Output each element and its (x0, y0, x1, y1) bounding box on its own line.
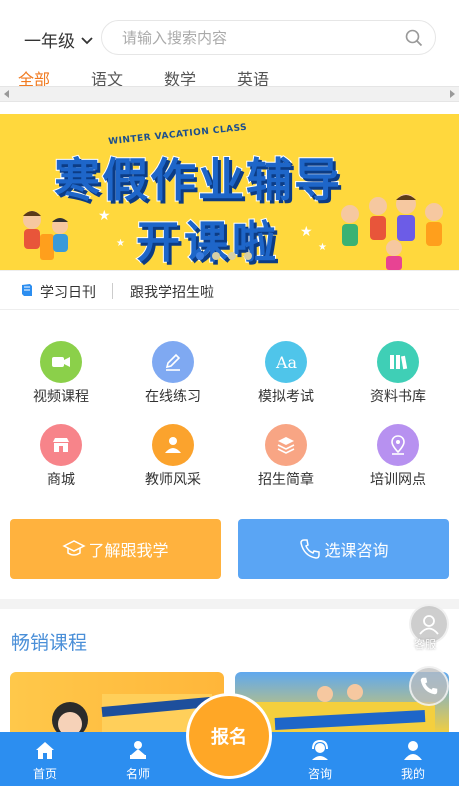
horizontal-scrollbar[interactable] (0, 86, 459, 102)
phone-icon (300, 539, 321, 559)
header: 一年级 (0, 0, 459, 64)
customer-service-label: 客服 (414, 638, 436, 651)
nav-home[interactable]: 首页 (10, 732, 80, 786)
scroll-right-icon[interactable] (450, 90, 455, 98)
star-icon: ★ (318, 242, 327, 253)
chevron-down-icon (81, 36, 93, 44)
grid-label: 模拟考试 (258, 389, 314, 405)
svg-text:Aa: Aa (275, 353, 298, 372)
graduation-cap-icon (62, 540, 87, 556)
news-text[interactable]: 跟我学招生啦 (130, 282, 214, 302)
location-icon (377, 424, 419, 466)
book-icon (22, 284, 32, 296)
grid-label: 招生简章 (258, 472, 314, 488)
teacher-icon (130, 741, 146, 759)
news-label: 学习日刊 (40, 285, 96, 301)
aa-font-icon: Aa (265, 341, 307, 383)
headset-icon (312, 739, 328, 760)
user-avatar-icon (419, 615, 439, 635)
star-icon: ★ (98, 208, 111, 224)
nav-label: 名师 (125, 767, 150, 781)
grid-item-teachers[interactable]: 教师风采 (118, 424, 228, 494)
pencil-icon (152, 341, 194, 383)
teacher-icon (152, 424, 194, 466)
brochure-icon (265, 424, 307, 466)
divider (112, 283, 113, 299)
nav-label: 我的 (400, 767, 425, 781)
carousel-dot[interactable] (244, 252, 252, 260)
learn-more-button[interactable]: 了解跟我学 (10, 519, 221, 579)
phone-icon (420, 677, 438, 695)
grid-item-online-practice[interactable]: 在线练习 (118, 341, 228, 411)
store-icon (40, 424, 82, 466)
signup-button[interactable]: 报名 (189, 696, 269, 776)
banner-title-2: 开课啦 (135, 216, 280, 269)
grade-selector[interactable]: 一年级 (24, 27, 94, 52)
search-box[interactable] (101, 20, 436, 55)
promo-banner[interactable]: WINTER VACATION CLASS 寒假作业辅导 开课啦 ★ ★ ★ ★ (0, 114, 459, 270)
grid-label: 商城 (47, 472, 75, 488)
star-icon: ★ (300, 224, 313, 240)
category-tabs: 全部 语文 数学 英语 (0, 64, 459, 89)
banner-title: 寒假作业辅导 (53, 152, 342, 208)
grid-item-library[interactable]: 资料书库 (343, 341, 453, 411)
course-consult-button[interactable]: 选课咨询 (238, 519, 449, 579)
grid-item-store[interactable]: 商城 (6, 424, 116, 494)
nav-mine[interactable]: 我的 (378, 732, 448, 786)
grid-label: 资料书库 (370, 389, 426, 405)
star-icon: ★ (116, 238, 125, 249)
nav-label: 咨询 (307, 767, 332, 781)
grid-item-training-sites[interactable]: 培训网点 (343, 424, 453, 494)
grid-item-brochure[interactable]: 招生简章 (231, 424, 341, 494)
search-input[interactable] (122, 28, 392, 48)
grid-label: 在线练习 (145, 389, 201, 405)
video-icon (40, 341, 82, 383)
carousel-indicator (196, 252, 252, 260)
grid-item-video-course[interactable]: 视频课程 (6, 341, 116, 411)
phone-call-button[interactable] (409, 666, 449, 706)
kids-illustration-left (23, 211, 68, 260)
nav-teacher[interactable]: 名师 (103, 732, 173, 786)
books-icon (377, 341, 419, 383)
kids-illustration-right (341, 194, 443, 270)
nav-label: 首页 (32, 767, 57, 781)
grid-label: 教师风采 (145, 472, 201, 488)
section-title: 畅销课程 (11, 632, 88, 654)
nav-consult[interactable]: 咨询 (285, 732, 355, 786)
news-ticker[interactable]: 学习日刊 跟我学招生啦 (0, 270, 459, 310)
grade-label: 一年级 (24, 32, 75, 52)
user-icon (404, 741, 422, 760)
grid-item-mock-exam[interactable]: Aa 模拟考试 (231, 341, 341, 411)
scroll-left-icon[interactable] (4, 90, 9, 98)
section-divider (0, 599, 459, 609)
carousel-dot[interactable] (212, 252, 220, 260)
home-icon (36, 742, 54, 759)
search-icon[interactable] (405, 29, 423, 47)
carousel-dot[interactable] (196, 252, 204, 260)
course-consult-label: 选课咨询 (324, 541, 389, 560)
carousel-dot[interactable] (228, 252, 236, 260)
grid-label: 培训网点 (370, 472, 426, 488)
grid-label: 视频课程 (33, 389, 89, 405)
learn-more-label: 了解跟我学 (88, 541, 169, 560)
